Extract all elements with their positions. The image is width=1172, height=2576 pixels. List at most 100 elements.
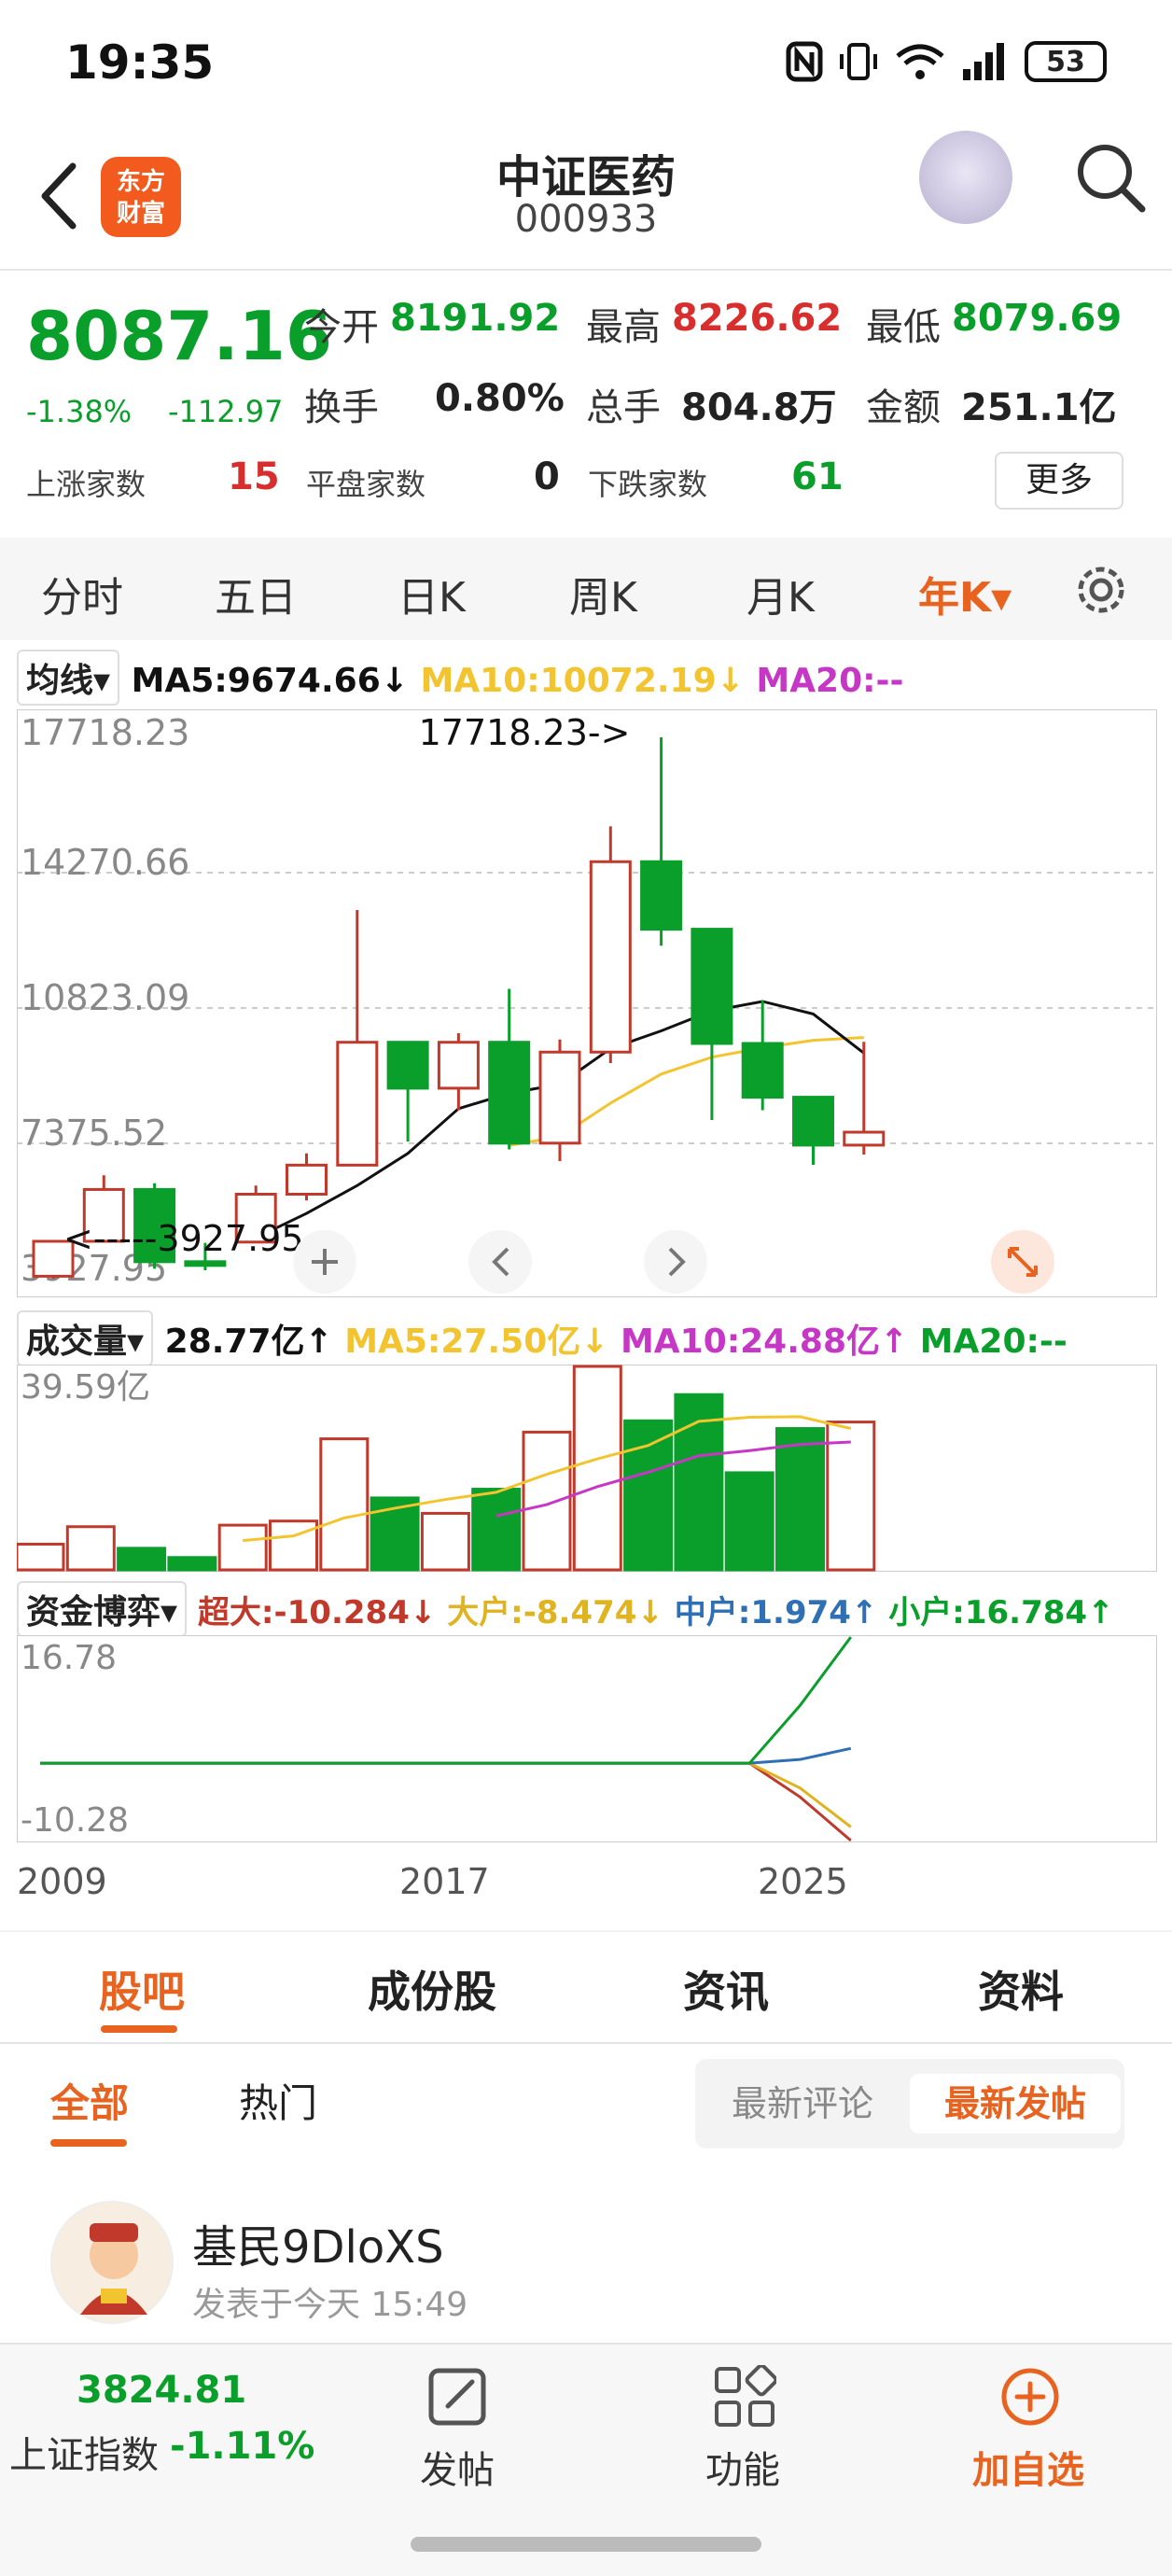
- search-icon[interactable]: [1073, 140, 1148, 215]
- post-item[interactable]: 基民9DloXS 发表于今天 15:49: [0, 2184, 1172, 2333]
- tab-daily-k[interactable]: 日K: [398, 564, 466, 623]
- signal-icon: [963, 43, 1004, 80]
- last-price: 8087.16: [26, 297, 332, 375]
- ma20-value: MA20:--: [756, 662, 904, 700]
- avatar[interactable]: [50, 2201, 174, 2324]
- ma-legend: 均线▾ MA5:9674.66↓ MA10:10072.19↓ MA20:--: [17, 650, 903, 706]
- candle-body: [538, 1050, 581, 1145]
- x-tick-2009: 2009: [17, 1861, 107, 1902]
- volume-bar: [217, 1523, 268, 1572]
- vibrate-icon: [840, 43, 877, 80]
- volume-value: 28.77亿↑: [164, 1323, 333, 1361]
- volume-bar: [522, 1430, 572, 1572]
- volume-selector[interactable]: 成交量▾: [17, 1310, 154, 1366]
- fund-selector[interactable]: 资金博弈▾: [17, 1581, 188, 1637]
- tab-weekly-k[interactable]: 周K: [569, 564, 637, 623]
- settings-gear-icon[interactable]: [1071, 560, 1131, 620]
- ma10-value: MA10:10072.19↓: [420, 662, 745, 700]
- low-label: 最低: [866, 306, 941, 349]
- functions-grid-icon[interactable]: [713, 2365, 776, 2429]
- candle-body: [640, 860, 683, 931]
- candle-body: [286, 1163, 328, 1196]
- nav-post-label[interactable]: 发帖: [420, 2440, 495, 2494]
- status-icons: 53: [786, 41, 1107, 82]
- low-value: 8079.69: [952, 297, 1123, 340]
- large-value: 大户:-8.474↓: [447, 1594, 663, 1631]
- y-tick-label: 17718.23: [21, 712, 189, 753]
- nav-add-watchlist-label[interactable]: 加自选: [972, 2440, 1084, 2494]
- fund-selector-label: 资金博弈: [26, 1593, 161, 1631]
- flat-count-value: 0: [534, 455, 560, 498]
- candle-body: [691, 928, 733, 1045]
- fund-y-max-label: 16.78: [21, 1639, 117, 1677]
- candle-body: [843, 1130, 886, 1147]
- flat-count-label: 平盘家数: [306, 467, 426, 502]
- add-watchlist-icon[interactable]: [998, 2365, 1062, 2429]
- medium-value: 中户:1.974↑: [674, 1594, 878, 1631]
- scroll-left-button[interactable]: [468, 1230, 532, 1294]
- up-count-label: 上涨家数: [26, 467, 146, 502]
- tab-intraday[interactable]: 分时: [41, 564, 123, 623]
- candle-body: [437, 1041, 480, 1090]
- fund-flow-chart[interactable]: 16.78 -10.28: [17, 1635, 1157, 1842]
- volume-bar: [572, 1365, 622, 1572]
- volume-chart[interactable]: 39.59亿: [17, 1365, 1157, 1572]
- index-change[interactable]: -1.11%: [170, 2425, 314, 2468]
- app-header: 东方 财富 中证医药 000933: [0, 131, 1172, 271]
- x-tick-2025: 2025: [758, 1861, 848, 1902]
- sort-latest-post[interactable]: 最新发帖: [910, 2074, 1121, 2134]
- min-annotation: <-----3927.95: [63, 1218, 304, 1259]
- candle-body: [336, 1041, 379, 1167]
- index-name[interactable]: 上证指数: [9, 2425, 159, 2479]
- sort-latest-comment[interactable]: 最新评论: [699, 2074, 906, 2134]
- vol-y-label: 39.59亿: [21, 1368, 150, 1407]
- ma-selector-label: 均线: [26, 662, 94, 700]
- tab-five-day[interactable]: 五日: [215, 564, 297, 623]
- battery-indicator: 53: [1025, 41, 1107, 82]
- y-tick-label: 10823.09: [21, 977, 189, 1018]
- nav-functions-label[interactable]: 功能: [705, 2440, 780, 2494]
- content-tabs: 股吧 成份股 资讯 资料: [0, 1932, 1172, 2044]
- candle-body: [792, 1096, 834, 1147]
- tab-yearly-k[interactable]: 年K▾: [918, 564, 1012, 623]
- tab-constituents[interactable]: 成份股: [368, 1958, 496, 2020]
- volume-bar: [471, 1488, 522, 1572]
- small-value: 小户:16.784↑: [888, 1594, 1114, 1631]
- volume-bar: [623, 1419, 674, 1572]
- divider: [0, 269, 1172, 271]
- scroll-right-button[interactable]: [644, 1230, 707, 1294]
- turnover-label: 换手: [304, 386, 379, 429]
- filter-hot[interactable]: 热门: [239, 2072, 317, 2129]
- compose-post-icon[interactable]: [426, 2365, 489, 2429]
- candlestick-chart[interactable]: 17718.2314270.6610823.097375.523927.95 1…: [17, 709, 1157, 1297]
- amount-value: 251.1亿: [961, 386, 1117, 429]
- open-value: 8191.92: [390, 297, 561, 340]
- tab-news[interactable]: 资讯: [683, 1958, 769, 2020]
- vol-ma20-value: MA20:--: [919, 1323, 1067, 1361]
- up-count-value: 15: [228, 455, 280, 498]
- volume-value: 804.8万: [681, 386, 837, 429]
- fortune-god-avatar-icon: [80, 2223, 147, 2315]
- change-pct: -1.38%: [26, 394, 133, 429]
- candle-body: [589, 860, 632, 1054]
- home-indicator[interactable]: [411, 2537, 761, 2552]
- sort-toggle: 最新评论 最新发帖: [695, 2059, 1124, 2149]
- turnover-value: 0.80%: [435, 377, 565, 420]
- change-abs: -112.97: [168, 394, 284, 429]
- filter-all[interactable]: 全部: [50, 2072, 129, 2129]
- period-tabs: 分时 五日 日K 周K 月K 年K▾: [0, 538, 1172, 640]
- ma-selector[interactable]: 均线▾: [17, 650, 120, 706]
- tab-profile[interactable]: 资料: [978, 1958, 1064, 2020]
- post-time: 发表于今天 15:49: [192, 2286, 468, 2324]
- max-annotation: 17718.23->: [419, 712, 631, 753]
- fund-flow-legend: 资金博弈▾ 超大:-10.284↓ 大户:-8.474↓ 中户:1.974↑ 小…: [17, 1581, 1114, 1637]
- tab-monthly-k[interactable]: 月K: [746, 564, 815, 623]
- assistant-robot-icon[interactable]: [919, 131, 1012, 224]
- index-value[interactable]: 3824.81: [77, 2369, 246, 2412]
- volume-bar: [420, 1511, 470, 1572]
- more-button[interactable]: 更多: [995, 452, 1123, 510]
- post-username[interactable]: 基民9DloXS: [192, 2210, 444, 2275]
- volume-bar: [319, 1437, 370, 1572]
- tab-forum[interactable]: 股吧: [99, 1958, 185, 2020]
- high-value: 8226.62: [672, 297, 843, 340]
